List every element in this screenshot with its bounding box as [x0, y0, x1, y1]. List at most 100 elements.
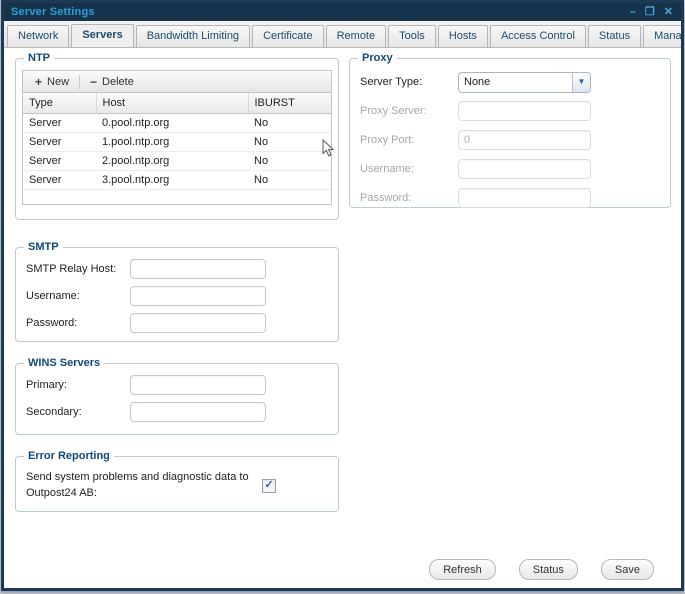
table-row[interactable]: Server1.pool.ntp.orgNo [23, 132, 331, 151]
tab-tools[interactable]: Tools [388, 25, 436, 47]
ntp-toolbar: + New − Delete [23, 71, 331, 93]
footer-button-bar: Refresh Status Save [429, 559, 654, 580]
proxy-select-server-type[interactable]: None▼ [458, 72, 591, 93]
proxy-row-proxy-port: Proxy Port: [360, 129, 670, 151]
status-button[interactable]: Status [519, 559, 578, 580]
proxy-label-username: Username: [360, 163, 458, 175]
tab-management[interactable]: Management [643, 25, 681, 47]
tab-access-control[interactable]: Access Control [490, 25, 586, 47]
ntp-section: NTP + New − Delete [15, 52, 339, 220]
wins-label-secondary: Secondary: [26, 406, 130, 418]
proxy-row-proxy-server: Proxy Server: [360, 100, 670, 122]
ntp-new-label: New [47, 76, 69, 88]
refresh-button[interactable]: Refresh [429, 559, 496, 580]
ntp-table-body: Server0.pool.ntp.orgNoServer1.pool.ntp.o… [23, 113, 331, 189]
toolbar-separator [79, 75, 80, 89]
maximize-icon[interactable]: ❐ [645, 7, 655, 18]
table-cell: Server [23, 132, 96, 151]
tab-remote[interactable]: Remote [326, 25, 387, 47]
table-row[interactable]: Server2.pool.ntp.orgNo [23, 151, 331, 170]
smtp-row-smtp-relay-host: SMTP Relay Host: [26, 258, 338, 280]
table-cell: Server [23, 113, 96, 132]
proxy-row-server-type: Server Type:None▼ [360, 71, 670, 93]
window-title: Server Settings [4, 6, 95, 18]
chevron-down-icon[interactable]: ▼ [572, 73, 590, 92]
tab-hosts[interactable]: Hosts [438, 25, 488, 47]
proxy-label-password: Password: [360, 192, 458, 204]
server-settings-window: Server Settings – ❐ ✕ NetworkServersBand… [0, 0, 685, 594]
smtp-fields: SMTP Relay Host: Username: Password: [16, 258, 338, 334]
tab-bar: NetworkServersBandwidth LimitingCertific… [4, 21, 681, 48]
table-row[interactable]: Server3.pool.ntp.orgNo [23, 170, 331, 189]
ntp-column-header-host[interactable]: Host [96, 93, 248, 113]
error-reporting-label: Send system problems and diagnostic data… [26, 470, 254, 502]
error-reporting-section: Error Reporting Send system problems and… [15, 450, 339, 512]
tab-network[interactable]: Network [7, 25, 69, 47]
smtp-label-smtp-relay-host: SMTP Relay Host: [26, 263, 130, 275]
table-cell: Server [23, 170, 96, 189]
ntp-delete-label: Delete [102, 76, 134, 88]
tab-certificate[interactable]: Certificate [252, 25, 324, 47]
proxy-row-password: Password: [360, 187, 670, 209]
proxy-select-value: None [459, 76, 572, 88]
plus-icon: + [35, 76, 42, 88]
wins-input-primary[interactable] [130, 375, 266, 395]
wins-label-primary: Primary: [26, 379, 130, 391]
content-area: NTP + New − Delete [4, 49, 681, 588]
table-cell: 1.pool.ntp.org [96, 132, 248, 151]
proxy-input-password [458, 188, 591, 208]
smtp-input-password[interactable] [130, 313, 266, 333]
smtp-row-password: Password: [26, 312, 338, 334]
minimize-icon[interactable]: – [630, 7, 636, 18]
close-icon[interactable]: ✕ [664, 7, 673, 18]
table-cell: No [248, 151, 331, 170]
proxy-section: Proxy Server Type:None▼Proxy Server:Prox… [349, 52, 671, 208]
smtp-label-username: Username: [26, 290, 130, 302]
smtp-row-username: Username: [26, 285, 338, 307]
proxy-input-proxy-server [458, 101, 591, 121]
ntp-grid-panel: + New − Delete TypeHostIBURST [22, 70, 332, 205]
proxy-label-server-type: Server Type: [360, 76, 458, 88]
table-cell: No [248, 113, 331, 132]
ntp-column-header-type[interactable]: Type [23, 93, 96, 113]
proxy-input-proxy-port [458, 130, 591, 150]
smtp-input-username[interactable] [130, 286, 266, 306]
minus-icon: − [90, 76, 97, 88]
save-button[interactable]: Save [601, 559, 654, 580]
proxy-input-username [458, 159, 591, 179]
ntp-table-header-row: TypeHostIBURST [23, 93, 331, 113]
ntp-legend: NTP [24, 52, 54, 64]
table-row[interactable]: Server0.pool.ntp.orgNo [23, 113, 331, 132]
smtp-section: SMTP SMTP Relay Host:Username:Password: [15, 241, 339, 342]
proxy-label-proxy-server: Proxy Server: [360, 105, 458, 117]
ntp-table: TypeHostIBURST Server0.pool.ntp.orgNoSer… [23, 93, 331, 190]
proxy-row-username: Username: [360, 158, 670, 180]
error-reporting-legend: Error Reporting [24, 450, 114, 462]
wins-row-primary: Primary: [26, 374, 338, 396]
ntp-table-empty-area [23, 190, 331, 204]
title-bar: Server Settings – ❐ ✕ [4, 3, 681, 21]
wins-input-secondary[interactable] [130, 402, 266, 422]
wins-legend: WINS Servers [24, 357, 104, 369]
table-cell: No [248, 132, 331, 151]
checkmark-icon: ✓ [264, 480, 273, 491]
ntp-column-header-iburst[interactable]: IBURST [248, 93, 331, 113]
wins-fields: Primary: Secondary: [16, 374, 338, 423]
proxy-legend: Proxy [358, 52, 397, 64]
wins-row-secondary: Secondary: [26, 401, 338, 423]
tab-status[interactable]: Status [588, 25, 641, 47]
ntp-new-button[interactable]: + New [29, 74, 75, 90]
proxy-label-proxy-port: Proxy Port: [360, 134, 458, 146]
table-cell: 0.pool.ntp.org [96, 113, 248, 132]
smtp-input-smtp-relay-host[interactable] [130, 259, 266, 279]
ntp-delete-button[interactable]: − Delete [84, 74, 140, 90]
table-cell: No [248, 170, 331, 189]
error-reporting-checkbox[interactable]: ✓ [262, 479, 276, 493]
table-cell: 2.pool.ntp.org [96, 151, 248, 170]
wins-section: WINS Servers Primary: Secondary: [15, 357, 339, 435]
tab-bandwidth-limiting[interactable]: Bandwidth Limiting [136, 25, 250, 47]
tab-servers[interactable]: Servers [71, 24, 133, 47]
table-cell: Server [23, 151, 96, 170]
proxy-fields: Server Type:None▼Proxy Server:Proxy Port… [350, 71, 670, 209]
smtp-label-password: Password: [26, 317, 130, 329]
